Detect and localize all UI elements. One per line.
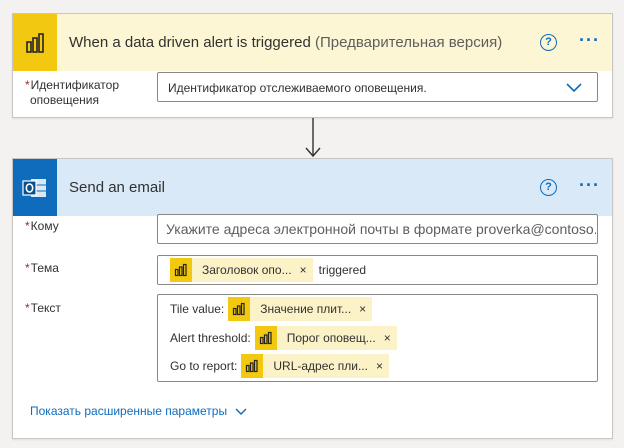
body-line-prefix: Tile value: (170, 302, 225, 316)
body-label: *Текст (25, 301, 61, 316)
subject-label: *Тема (25, 261, 59, 276)
subject-content: Заголовок опо... × triggered (170, 258, 366, 282)
body-line: Tile value: Значение плит... × (170, 297, 373, 321)
subject-label-text: Тема (30, 261, 59, 275)
outlook-icon (13, 159, 57, 216)
subject-trailing-text: triggered (318, 263, 366, 277)
body-label-text: Текст (30, 301, 61, 315)
more-options-icon[interactable]: ··· (579, 176, 600, 194)
close-icon[interactable]: × (359, 302, 366, 316)
close-icon[interactable]: × (384, 331, 391, 345)
to-label: *Кому (25, 219, 59, 234)
body-line: Alert threshold: Порог оповещ... × (170, 326, 397, 350)
alert-id-label-line1: Идентификатор (30, 78, 120, 92)
body-line-prefix: Alert threshold: (170, 331, 251, 345)
connector-arrow-icon (305, 118, 321, 158)
power-bi-icon (13, 14, 57, 71)
show-advanced-options-label: Показать расширенные параметры (30, 404, 228, 418)
body-input[interactable]: Tile value: Значение плит... × Alert thr… (157, 294, 598, 382)
power-bi-icon (170, 258, 192, 282)
alert-id-dropdown[interactable]: Идентификатор отслеживаемого оповещения. (157, 72, 598, 102)
required-mark: * (25, 78, 30, 92)
chevron-down-icon (235, 408, 247, 415)
alert-id-dropdown-value: Идентификатор отслеживаемого оповещения. (168, 81, 427, 95)
required-mark: * (25, 219, 30, 233)
body-token-label: Значение плит... (260, 302, 352, 316)
show-advanced-options-link[interactable]: Показать расширенные параметры (30, 404, 247, 418)
to-label-text: Кому (30, 219, 59, 233)
power-bi-icon (228, 297, 251, 321)
action-header[interactable]: Send an email ? ··· (13, 159, 612, 216)
action-title: Send an email (69, 179, 165, 196)
trigger-header-icons: ? ··· (540, 14, 600, 71)
body-token-label: Порог оповещ... (286, 331, 376, 345)
required-mark: * (25, 301, 30, 315)
body-line-prefix: Go to report: (170, 359, 238, 373)
body-token-label: URL-адрес пли... (273, 359, 368, 373)
action-card: Send an email ? ··· *Кому Укажите адреса… (12, 158, 613, 439)
alert-id-label: *Идентификатор оповещения (25, 78, 119, 108)
trigger-title-suffix: (Предварительная версия) (314, 34, 503, 51)
body-token[interactable]: URL-адрес пли... × (241, 354, 389, 378)
more-options-icon[interactable]: ··· (579, 31, 600, 49)
to-placeholder: Укажите адреса электронной почты в форма… (166, 221, 596, 237)
body-token[interactable]: Значение плит... × (228, 297, 373, 321)
chevron-down-icon[interactable] (565, 79, 583, 98)
body-token[interactable]: Порог оповещ... × (254, 326, 397, 350)
body-line: Go to report: URL-адрес пли... × (170, 354, 389, 378)
required-mark: * (25, 261, 30, 275)
help-icon[interactable]: ? (540, 179, 558, 196)
to-input[interactable]: Укажите адреса электронной почты в форма… (157, 214, 598, 244)
trigger-title: When a data driven alert is triggered (П… (69, 34, 502, 51)
trigger-card: When a data driven alert is triggered (П… (12, 13, 613, 118)
alert-id-label-line2: оповещения (30, 93, 99, 107)
close-icon[interactable]: × (376, 359, 383, 373)
subject-input[interactable]: Заголовок опо... × triggered (157, 255, 598, 285)
help-icon[interactable]: ? (540, 34, 558, 51)
trigger-header[interactable]: When a data driven alert is triggered (П… (13, 14, 612, 71)
close-icon[interactable]: × (300, 263, 307, 277)
power-bi-icon (241, 354, 264, 378)
subject-token[interactable]: Заголовок опо... × (170, 258, 313, 282)
trigger-title-text: When a data driven alert is triggered (69, 34, 311, 51)
subject-token-label: Заголовок опо... (202, 263, 292, 277)
action-header-icons: ? ··· (540, 159, 600, 216)
power-bi-icon (254, 326, 277, 350)
